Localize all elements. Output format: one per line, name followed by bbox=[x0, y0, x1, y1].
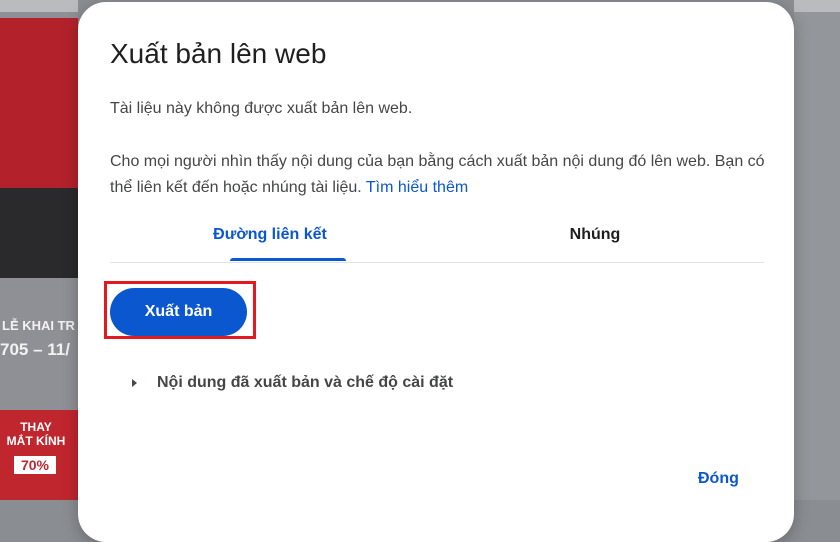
background-red-banner bbox=[0, 18, 78, 188]
expander-label: Nội dung đã xuất bản và chế độ cài đặt bbox=[157, 374, 454, 391]
learn-more-link[interactable]: Tìm hiểu thêm bbox=[366, 179, 468, 196]
background-sign-text-2: 705 – 11/ bbox=[0, 340, 70, 359]
tab-link[interactable]: Đường liên kết bbox=[110, 208, 430, 262]
publish-to-web-dialog: Xuất bản lên web Tài liệu này không được… bbox=[78, 2, 794, 542]
caret-right-icon bbox=[132, 379, 137, 387]
dialog-title: Xuất bản lên web bbox=[110, 38, 327, 69]
publish-button[interactable]: Xuất bản bbox=[110, 288, 247, 336]
background-poster-title: THAY MẮT KÍNH bbox=[6, 420, 66, 448]
dialog-description: Cho mọi người nhìn thấy nội dung của bạn… bbox=[110, 149, 770, 201]
background-poster-discount: 70% bbox=[14, 456, 56, 474]
background-dark-banner bbox=[0, 188, 78, 278]
publish-status-text: Tài liệu này không được xuất bản lên web… bbox=[110, 100, 413, 117]
background-left-panel: LỄ KHAI TR 705 – 11/ THAY MẮT KÍNH 70% bbox=[0, 0, 78, 500]
close-button[interactable]: Đóng bbox=[698, 470, 739, 488]
background-right-strip bbox=[794, 0, 840, 12]
background-sign-text-1: LỄ KHAI TR bbox=[2, 318, 75, 333]
published-content-settings-expander[interactable]: Nội dung đã xuất bản và chế độ cài đặt bbox=[132, 374, 453, 392]
background-right-panel bbox=[794, 0, 840, 500]
active-tab-indicator bbox=[230, 258, 346, 261]
tab-bar: Đường liên kết Nhúng bbox=[110, 208, 764, 263]
tab-embed[interactable]: Nhúng bbox=[480, 208, 710, 262]
